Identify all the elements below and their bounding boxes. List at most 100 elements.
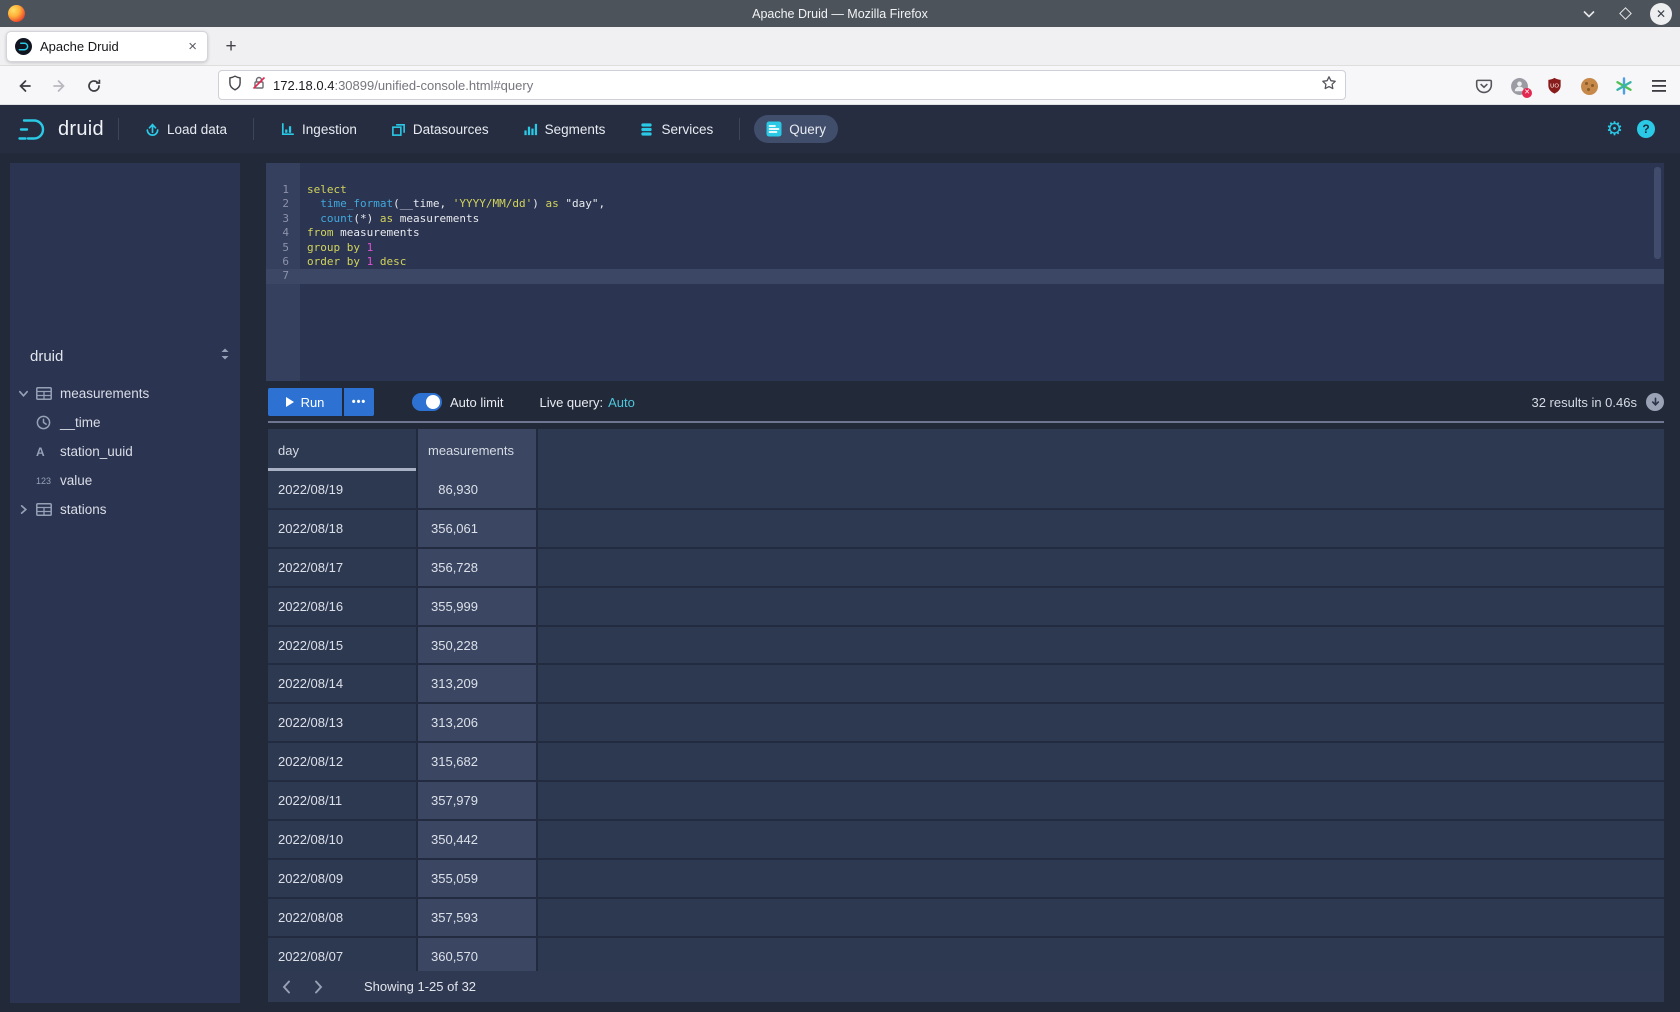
druid-favicon: [15, 38, 32, 55]
back-icon[interactable]: [10, 72, 38, 100]
tree-item--time[interactable]: __time: [10, 408, 240, 437]
nav-item-load-data[interactable]: Load data: [133, 116, 239, 143]
cell-day[interactable]: 2022/08/13: [268, 704, 418, 741]
header-divider: [253, 118, 254, 140]
tree-item-measurements[interactable]: measurements: [10, 379, 240, 408]
asterisk-extension-icon[interactable]: [1613, 75, 1635, 97]
cell-day[interactable]: 2022/08/15: [268, 627, 418, 664]
results-table-body: 2022/08/1986,9302022/08/18356,0612022/08…: [268, 471, 1664, 971]
cell-day[interactable]: 2022/08/11: [268, 782, 418, 819]
cell-measurements[interactable]: 355,059: [418, 860, 538, 897]
results-table-header: day measurements: [268, 429, 1664, 471]
cell-day[interactable]: 2022/08/14: [268, 665, 418, 702]
nav-item-query[interactable]: Query: [754, 115, 838, 143]
nav-label: Datasources: [413, 122, 489, 137]
cell-day[interactable]: 2022/08/09: [268, 860, 418, 897]
cell-day[interactable]: 2022/08/08: [268, 899, 418, 936]
table-row: 2022/08/16355,999: [268, 588, 1664, 627]
cell-filler: [538, 588, 1664, 625]
nav-item-services[interactable]: Services: [627, 116, 725, 143]
chevron-right-icon[interactable]: [18, 504, 36, 515]
tree-item-value[interactable]: 123value: [10, 466, 240, 495]
cell-filler: [538, 782, 1664, 819]
clock-icon: [36, 415, 60, 430]
cell-measurements[interactable]: 357,979: [418, 782, 538, 819]
run-more-button[interactable]: •••: [344, 388, 374, 416]
window-minimize-icon[interactable]: [1578, 3, 1600, 25]
ublock-icon[interactable]: UO: [1543, 75, 1565, 97]
cell-day[interactable]: 2022/08/16: [268, 588, 418, 625]
bookmark-star-icon[interactable]: [1321, 75, 1337, 96]
table-row: 2022/08/11357,979: [268, 782, 1664, 821]
druid-logo[interactable]: druid: [16, 116, 104, 143]
browser-tab[interactable]: Apache Druid ×: [6, 31, 208, 62]
cell-filler: [538, 821, 1664, 858]
chevron-down-icon[interactable]: [18, 388, 36, 399]
previous-page-icon[interactable]: [272, 973, 300, 1001]
cell-measurements[interactable]: 357,593: [418, 899, 538, 936]
table-row: 2022/08/17356,728: [268, 549, 1664, 588]
nav-item-segments[interactable]: Segments: [511, 116, 618, 143]
cell-filler: [538, 665, 1664, 702]
next-page-icon[interactable]: [304, 973, 332, 1001]
tree-item-station-uuid[interactable]: Astation_uuid: [10, 437, 240, 466]
editor-code: select time_format(__time, 'YYYY/MM/dd')…: [307, 183, 1644, 284]
druid-header: druid Load data Ingestion Datasources Segm…: [0, 105, 1680, 153]
cell-day[interactable]: 2022/08/12: [268, 743, 418, 780]
window-close-icon[interactable]: ✕: [1650, 3, 1672, 25]
cell-measurements[interactable]: 360,570: [418, 938, 538, 971]
extension-icon[interactable]: ✕: [1508, 75, 1530, 97]
cell-measurements[interactable]: 313,209: [418, 665, 538, 702]
nav-item-ingestion[interactable]: Ingestion: [268, 116, 369, 143]
insecure-lock-icon[interactable]: [251, 75, 267, 96]
cell-measurements[interactable]: 356,061: [418, 510, 538, 547]
cell-measurements[interactable]: 350,228: [418, 627, 538, 664]
cell-day[interactable]: 2022/08/17: [268, 549, 418, 586]
url-bar[interactable]: 172.18.0.4:30899/unified-console.html#qu…: [218, 70, 1346, 100]
query-editor[interactable]: 1234567 select time_format(__time, 'YYYY…: [266, 163, 1664, 381]
nav-item-datasources[interactable]: Datasources: [379, 116, 501, 143]
auto-limit-label[interactable]: Auto limit: [450, 395, 503, 410]
cell-measurements[interactable]: 86,930: [418, 471, 538, 508]
cell-measurements[interactable]: 356,728: [418, 549, 538, 586]
reload-icon[interactable]: [80, 72, 108, 100]
cell-day[interactable]: 2022/08/10: [268, 821, 418, 858]
forward-icon[interactable]: [46, 72, 74, 100]
cell-filler: [538, 743, 1664, 780]
tree-item-stations[interactable]: stations: [10, 495, 240, 524]
cell-measurements[interactable]: 315,682: [418, 743, 538, 780]
schema-sidebar: druid measurements__timeAstation_uuid123…: [10, 163, 240, 1003]
cell-measurements[interactable]: 350,442: [418, 821, 538, 858]
editor-scrollbar[interactable]: [1654, 167, 1661, 259]
code-line: group by 1: [307, 241, 1644, 255]
new-tab-button[interactable]: +: [218, 35, 244, 59]
column-header-measurements[interactable]: measurements: [418, 429, 538, 471]
cell-day[interactable]: 2022/08/18: [268, 510, 418, 547]
gear-icon[interactable]: ⚙: [1606, 120, 1623, 139]
url-host: 172.18.0.4: [273, 78, 334, 93]
cell-measurements[interactable]: 313,206: [418, 704, 538, 741]
help-icon[interactable]: ?: [1637, 120, 1655, 138]
cookie-icon[interactable]: [1578, 75, 1600, 97]
column-header-day[interactable]: day: [268, 429, 418, 471]
window-maximize-icon[interactable]: [1614, 3, 1636, 25]
tree-item-label: value: [60, 473, 92, 488]
tab-close-icon[interactable]: ×: [186, 38, 199, 55]
menu-icon[interactable]: [1648, 75, 1670, 97]
auto-limit-toggle[interactable]: [412, 393, 442, 411]
download-results-icon[interactable]: [1646, 393, 1664, 411]
table-row: 2022/08/18356,061: [268, 510, 1664, 549]
cell-measurements[interactable]: 355,999: [418, 588, 538, 625]
pocket-icon[interactable]: [1473, 75, 1495, 97]
shield-icon[interactable]: [227, 75, 243, 96]
run-button[interactable]: Run: [268, 388, 342, 416]
services-icon: [639, 122, 654, 137]
double-caret-sort-icon[interactable]: [220, 347, 230, 366]
line-number: 7: [266, 269, 300, 283]
nav-label: Query: [789, 122, 826, 137]
cell-day[interactable]: 2022/08/19: [268, 471, 418, 508]
schema-selector[interactable]: druid: [30, 344, 230, 368]
cell-day[interactable]: 2022/08/07: [268, 938, 418, 971]
tree-item-label: stations: [60, 502, 107, 517]
live-query-value[interactable]: Auto: [608, 395, 635, 410]
